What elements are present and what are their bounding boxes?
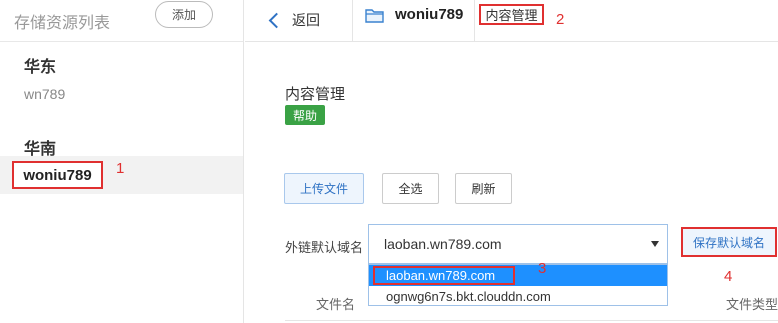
selection-highlight-box xyxy=(373,266,515,285)
folder-icon xyxy=(365,9,384,23)
domain-label: 外链默认域名 xyxy=(285,240,364,255)
chevron-left-icon xyxy=(268,12,285,28)
column-header-filetype[interactable]: 文件类型 xyxy=(726,294,778,313)
divider xyxy=(474,0,475,42)
domain-select[interactable]: laoban.wn789.com xyxy=(368,224,668,264)
add-button[interactable]: 添加 xyxy=(155,1,213,28)
sidebar-item-woniu789[interactable]: woniu789 xyxy=(12,161,103,189)
sidebar-title: 存储资源列表 xyxy=(14,14,111,32)
annotation-1: 1 xyxy=(116,160,125,177)
annotation-3: 3 xyxy=(538,260,547,277)
save-default-domain-button[interactable]: 保存默认域名 xyxy=(678,222,778,262)
bucket-title: woniu789 xyxy=(395,6,464,23)
help-button[interactable]: 帮助 xyxy=(285,105,325,125)
caret-down-icon xyxy=(651,241,659,247)
dropdown-option[interactable]: ognwg6n7s.bkt.clouddn.com xyxy=(369,286,667,307)
back-label: 返回 xyxy=(292,12,320,28)
upload-button[interactable]: 上传文件 xyxy=(284,173,364,204)
divider xyxy=(285,320,778,321)
refresh-button[interactable]: 刷新 xyxy=(455,173,512,204)
top-bar: 返回 woniu789 内容管理 xyxy=(245,0,778,42)
domain-select-value: laoban.wn789.com xyxy=(384,236,502,252)
divider xyxy=(352,0,353,42)
select-all-button[interactable]: 全选 xyxy=(382,173,439,204)
domain-dropdown: laoban.wn789.com ognwg6n7s.bkt.clouddn.c… xyxy=(368,264,668,306)
save-default-domain-label: 保存默认域名 xyxy=(681,227,777,257)
page-title: 内容管理 xyxy=(285,86,346,103)
annotation-4: 4 xyxy=(724,268,733,285)
back-button[interactable]: 返回 xyxy=(267,6,320,34)
column-header-filename[interactable]: 文件名 xyxy=(316,294,355,313)
tab-content-management[interactable]: 内容管理 xyxy=(479,4,544,25)
region-east: 华东 xyxy=(24,59,57,76)
annotation-2: 2 xyxy=(556,11,565,28)
sidebar-item-wn789[interactable]: wn789 xyxy=(24,86,65,102)
